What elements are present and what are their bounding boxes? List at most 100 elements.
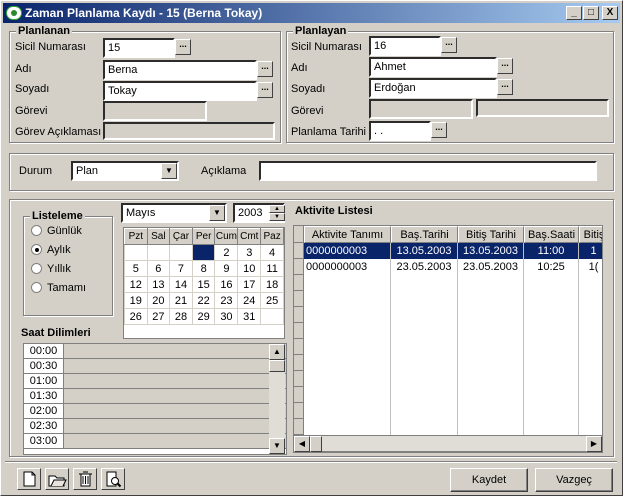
durum-aciklama-field[interactable] bbox=[259, 161, 597, 181]
scroll-left-icon[interactable]: ◀ bbox=[294, 436, 310, 452]
close-button[interactable]: X bbox=[602, 6, 618, 20]
time-slot[interactable] bbox=[64, 359, 286, 373]
time-slot-row[interactable]: 00:00 bbox=[24, 344, 286, 359]
trash-icon bbox=[79, 471, 92, 487]
year-down-icon[interactable]: ▼ bbox=[269, 213, 285, 221]
day-cell[interactable]: 8 bbox=[191, 260, 216, 277]
time-label: 02:30 bbox=[24, 419, 64, 433]
cell: 13.05.2003 bbox=[458, 243, 524, 260]
col-aktivite-tanimi[interactable]: Aktivite Tanımı bbox=[304, 226, 391, 243]
day-cell[interactable]: 7 bbox=[169, 260, 193, 277]
planlanan-adi-lookup-button[interactable]: ... bbox=[257, 61, 273, 77]
time-slot[interactable] bbox=[64, 434, 286, 448]
planlayan-sicil-label: Sicil Numarası bbox=[291, 41, 362, 53]
planlayan-soyadi-lookup-button[interactable]: ... bbox=[497, 79, 513, 95]
scroll-down-icon[interactable]: ▼ bbox=[269, 438, 285, 454]
minimize-button[interactable]: _ bbox=[566, 6, 582, 20]
day-cell[interactable]: 4 bbox=[260, 244, 284, 261]
day-cell[interactable]: 14 bbox=[169, 276, 193, 293]
day-cell[interactable]: 23 bbox=[214, 292, 239, 309]
planlanan-sicil-lookup-button[interactable]: ... bbox=[175, 39, 191, 55]
planlanan-gorevi-field bbox=[103, 101, 207, 121]
day-cell-selected[interactable] bbox=[191, 244, 216, 261]
time-slot[interactable] bbox=[64, 419, 286, 433]
planlama-tarihi-field[interactable]: . . bbox=[369, 121, 431, 141]
chevron-down-icon[interactable]: ▼ bbox=[209, 205, 225, 221]
day-cell[interactable]: 17 bbox=[237, 276, 262, 293]
table-row[interactable]: 0000000003 23.05.2003 23.05.2003 10:25 1… bbox=[294, 259, 602, 276]
day-cell[interactable]: 18 bbox=[260, 276, 284, 293]
time-slot-row[interactable]: 00:30 bbox=[24, 359, 286, 374]
day-cell[interactable]: 5 bbox=[124, 260, 148, 277]
col-bitis-tarihi[interactable]: Bitiş Tarihi bbox=[458, 226, 524, 243]
open-folder-button[interactable] bbox=[45, 468, 69, 490]
day-cell[interactable]: 30 bbox=[214, 308, 239, 325]
day-cell[interactable]: 21 bbox=[169, 292, 193, 309]
day-cell[interactable]: 11 bbox=[260, 260, 284, 277]
day-cell[interactable]: 2 bbox=[214, 244, 239, 261]
maximize-button[interactable]: □ bbox=[583, 6, 599, 20]
day-cell[interactable]: 25 bbox=[260, 292, 284, 309]
kaydet-button[interactable]: Kaydet bbox=[450, 468, 528, 492]
planlayan-sicil-field[interactable]: 16 bbox=[369, 36, 441, 56]
day-cell[interactable]: 10 bbox=[237, 260, 262, 277]
scroll-up-icon[interactable]: ▲ bbox=[269, 344, 285, 360]
col-bitis-saati[interactable]: Bitiş bbox=[579, 226, 602, 243]
radio-gunluk[interactable]: Günlük bbox=[31, 225, 82, 237]
day-cell[interactable]: 20 bbox=[146, 292, 171, 309]
time-slot[interactable] bbox=[64, 404, 286, 418]
radio-yillik[interactable]: Yıllık bbox=[31, 263, 71, 275]
chevron-down-icon[interactable]: ▼ bbox=[161, 163, 177, 179]
scroll-right-icon[interactable]: ▶ bbox=[586, 436, 602, 452]
day-cell[interactable]: 28 bbox=[169, 308, 193, 325]
time-slot-row[interactable]: 03:00 bbox=[24, 434, 286, 449]
day-cell[interactable]: 24 bbox=[237, 292, 262, 309]
preview-button[interactable] bbox=[101, 468, 125, 490]
day-cell[interactable]: 12 bbox=[124, 276, 148, 293]
planlanan-soyadi-lookup-button[interactable]: ... bbox=[257, 82, 273, 98]
scroll-thumb[interactable] bbox=[269, 360, 285, 372]
day-cell[interactable]: 6 bbox=[146, 260, 171, 277]
col-bas-saati[interactable]: Baş.Saati bbox=[524, 226, 579, 243]
day-cell[interactable]: 13 bbox=[146, 276, 171, 293]
time-slot-row[interactable]: 02:30 bbox=[24, 419, 286, 434]
planlayan-adi-field[interactable]: Ahmet bbox=[369, 57, 497, 77]
day-cell[interactable]: 31 bbox=[237, 308, 262, 325]
time-slot-row[interactable]: 02:00 bbox=[24, 404, 286, 419]
day-cell[interactable]: 15 bbox=[191, 276, 216, 293]
day-cell[interactable]: 3 bbox=[237, 244, 262, 261]
day-cell[interactable]: 16 bbox=[214, 276, 239, 293]
radio-aylik[interactable]: Aylık bbox=[31, 244, 71, 256]
planlanan-sicil-field[interactable]: 15 bbox=[103, 38, 175, 58]
col-bas-tarihi[interactable]: Baş.Tarihi bbox=[391, 226, 458, 243]
vazgec-button[interactable]: Vazgeç bbox=[535, 468, 613, 492]
planlayan-soyadi-field[interactable]: Erdoğan bbox=[369, 78, 497, 98]
time-list-scrollbar[interactable]: ▲ ▼ bbox=[269, 344, 285, 454]
delete-button[interactable] bbox=[73, 468, 97, 490]
empty-cell bbox=[524, 371, 579, 388]
scroll-thumb[interactable] bbox=[310, 436, 322, 452]
planlanan-adi-field[interactable]: Berna bbox=[103, 60, 257, 80]
day-cell[interactable]: 9 bbox=[214, 260, 239, 277]
radio-tamami[interactable]: Tamamı bbox=[31, 282, 86, 294]
time-slot[interactable] bbox=[64, 374, 286, 388]
day-cell[interactable]: 27 bbox=[146, 308, 171, 325]
year-up-icon[interactable]: ▲ bbox=[269, 205, 285, 213]
day-cell[interactable]: 29 bbox=[191, 308, 216, 325]
planlayan-sicil-lookup-button[interactable]: ... bbox=[441, 37, 457, 53]
aktivite-horizontal-scrollbar[interactable]: ◀ ▶ bbox=[293, 435, 603, 452]
time-slot[interactable] bbox=[64, 389, 286, 403]
empty-cell bbox=[304, 323, 391, 340]
new-document-button[interactable] bbox=[17, 468, 41, 490]
empty-row bbox=[294, 275, 602, 292]
planlama-tarihi-lookup-button[interactable]: ... bbox=[431, 122, 447, 138]
planlayan-adi-lookup-button[interactable]: ... bbox=[497, 58, 513, 74]
day-cell[interactable]: 26 bbox=[124, 308, 148, 325]
day-cell[interactable]: 22 bbox=[191, 292, 216, 309]
day-cell[interactable]: 19 bbox=[124, 292, 148, 309]
time-slot-row[interactable]: 01:30 bbox=[24, 389, 286, 404]
planlanan-soyadi-field[interactable]: Tokay bbox=[103, 81, 257, 101]
table-row[interactable]: 0000000003 13.05.2003 13.05.2003 11:00 1 bbox=[294, 243, 602, 260]
time-slot[interactable] bbox=[64, 344, 286, 358]
time-slot-row[interactable]: 01:00 bbox=[24, 374, 286, 389]
